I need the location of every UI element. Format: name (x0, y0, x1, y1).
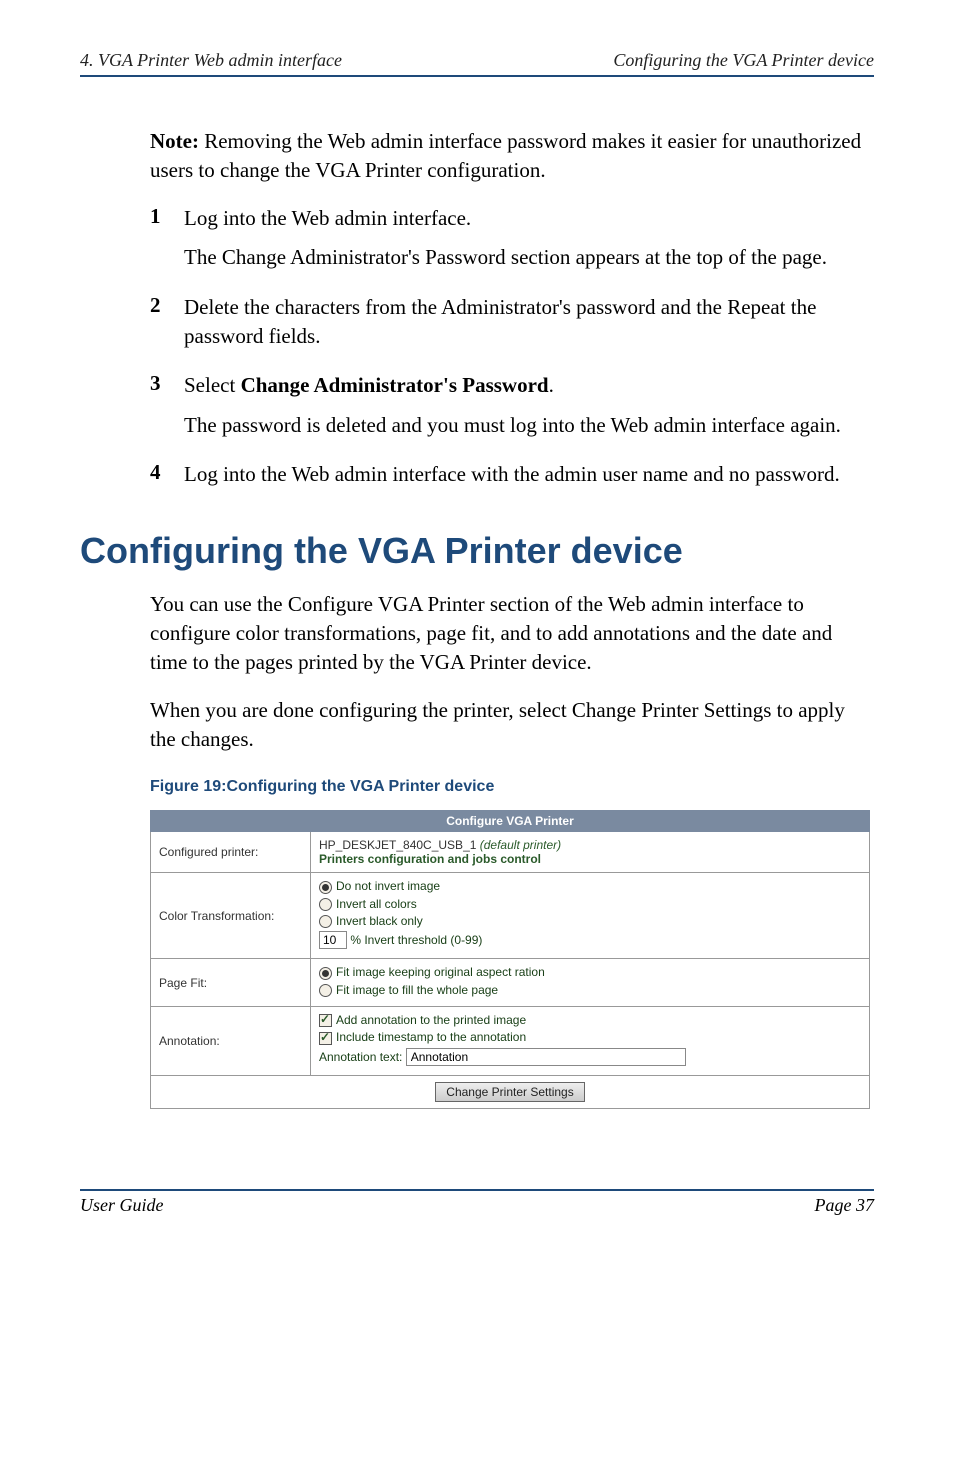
footer-left: User Guide (80, 1195, 164, 1216)
cell-page-fit: Fit image keeping original aspect ration… (311, 959, 870, 1007)
radio-label-invert-all: Invert all colors (336, 897, 417, 911)
printer-default-tag: (default printer) (480, 838, 561, 852)
step-4-body: Log into the Web admin interface with th… (184, 460, 874, 489)
note-label: Note: (150, 129, 199, 153)
step-3-tail: . (549, 373, 554, 397)
cell-configured-printer: HP_DESKJET_840C_USB_1 (default printer) … (311, 832, 870, 873)
table-title: Configure VGA Printer (151, 811, 870, 832)
invert-threshold-input[interactable] (319, 931, 347, 949)
row-page-fit: Page Fit: Fit image keeping original asp… (151, 959, 870, 1007)
step-2: 2 Delete the characters from the Adminis… (150, 293, 874, 362)
radio-label-invert-black: Invert black only (336, 914, 423, 928)
header-right: Configuring the VGA Printer device (613, 50, 874, 71)
cell-color-transformation: Do not invert image Invert all colors In… (311, 873, 870, 959)
page-footer: User Guide Page 37 (80, 1189, 874, 1216)
footer-right: Page 37 (815, 1195, 874, 1216)
step-2-body: Delete the characters from the Administr… (184, 293, 874, 352)
radio-fit-whole[interactable] (319, 984, 332, 997)
step-number: 2 (150, 293, 166, 362)
figure-caption: Figure 19:Configuring the VGA Printer de… (150, 778, 874, 796)
radio-label-do-not-invert: Do not invert image (336, 879, 440, 893)
row-button: Change Printer Settings (151, 1075, 870, 1108)
radio-label-fit-whole: Fit image to fill the whole page (336, 983, 498, 997)
header-left: 4. VGA Printer Web admin interface (80, 50, 342, 71)
note-paragraph: Note: Removing the Web admin interface p… (150, 127, 874, 186)
cell-annotation: Add annotation to the printed image Incl… (311, 1007, 870, 1076)
steps-list: 1 Log into the Web admin interface. The … (150, 204, 874, 500)
change-printer-settings-button[interactable]: Change Printer Settings (435, 1082, 584, 1102)
step-3-bold: Change Administrator's Password (241, 373, 549, 397)
annotation-text-label: Annotation text: (319, 1050, 406, 1064)
printer-name: HP_DESKJET_840C_USB_1 (319, 838, 480, 852)
step-3-body: Select Change Administrator's Password. (184, 371, 874, 400)
row-color-transformation: Color Transformation: Do not invert imag… (151, 873, 870, 959)
step-4: 4 Log into the Web admin interface with … (150, 460, 874, 499)
checkbox-label-include-timestamp: Include timestamp to the annotation (336, 1030, 526, 1044)
label-page-fit: Page Fit: (151, 959, 311, 1007)
step-3: 3 Select Change Administrator's Password… (150, 371, 874, 450)
radio-invert-all[interactable] (319, 898, 332, 911)
para-1: You can use the Configure VGA Printer se… (150, 590, 874, 678)
step-3-lead: Select (184, 373, 241, 397)
step-number: 3 (150, 371, 166, 450)
para-2: When you are done configuring the printe… (150, 696, 874, 755)
row-annotation: Annotation: Add annotation to the printe… (151, 1007, 870, 1076)
threshold-suffix: % Invert threshold (0-99) (350, 933, 482, 947)
checkbox-label-add-annotation: Add annotation to the printed image (336, 1013, 526, 1027)
printers-config-link[interactable]: Printers configuration and jobs control (319, 852, 541, 866)
label-color-transformation: Color Transformation: (151, 873, 311, 959)
step-number: 4 (150, 460, 166, 499)
radio-fit-aspect[interactable] (319, 967, 332, 980)
label-configured-printer: Configured printer: (151, 832, 311, 873)
annotation-text-input[interactable] (406, 1048, 686, 1066)
step-1-body: Log into the Web admin interface. (184, 204, 874, 233)
step-1: 1 Log into the Web admin interface. The … (150, 204, 874, 283)
checkbox-add-annotation[interactable] (319, 1014, 332, 1027)
label-annotation: Annotation: (151, 1007, 311, 1076)
page-header: 4. VGA Printer Web admin interface Confi… (80, 50, 874, 77)
note-text: Removing the Web admin interface passwor… (150, 129, 861, 182)
step-1-after: The Change Administrator's Password sect… (184, 243, 874, 272)
row-configured-printer: Configured printer: HP_DESKJET_840C_USB_… (151, 832, 870, 873)
radio-label-fit-aspect: Fit image keeping original aspect ration (336, 965, 545, 979)
radio-do-not-invert[interactable] (319, 881, 332, 894)
step-number: 1 (150, 204, 166, 283)
checkbox-include-timestamp[interactable] (319, 1032, 332, 1045)
step-3-after: The password is deleted and you must log… (184, 411, 874, 440)
radio-invert-black[interactable] (319, 915, 332, 928)
section-heading: Configuring the VGA Printer device (80, 530, 874, 572)
configure-vga-printer-table: Configure VGA Printer Configured printer… (150, 810, 870, 1108)
